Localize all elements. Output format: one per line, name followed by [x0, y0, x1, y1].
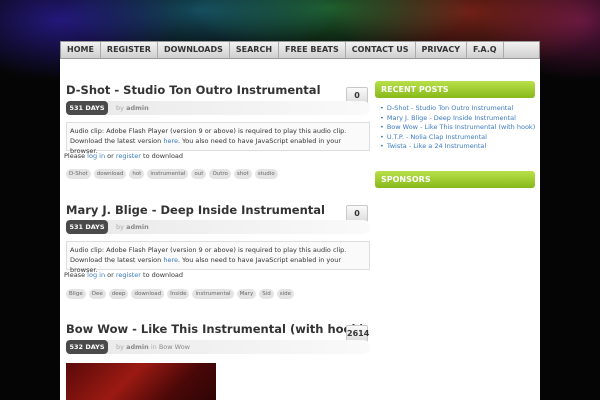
login-line: Please log in or register to download [64, 271, 183, 279]
audio-line1: Audio clip: Adobe Flash Player (version … [70, 246, 347, 254]
recent-post-link[interactable]: Twista - Like a 24 Instrumental [380, 142, 535, 152]
tag[interactable]: side [276, 289, 294, 299]
nav-free-beats[interactable]: FREE BEATS [279, 42, 346, 58]
audio-notice: Audio clip: Adobe Flash Player (version … [66, 241, 370, 274]
recent-post-link[interactable]: U.T.P. - Nolia Clap Instrumental [380, 133, 535, 143]
nav-home[interactable]: HOME [61, 42, 101, 58]
recent-post-link[interactable]: D-Shot - Studio Ton Outro Instrumental [380, 104, 535, 114]
tag[interactable]: instrumental [192, 289, 234, 299]
audio-notice: Audio clip: Adobe Flash Player (version … [66, 122, 370, 155]
post-title[interactable]: D-Shot - Studio Ton Outro Instrumental [66, 83, 321, 97]
category-link[interactable]: Bow Wow [159, 343, 190, 351]
download-player-link[interactable]: here [163, 256, 178, 264]
register-link[interactable]: register [116, 152, 141, 160]
days-badge: 531 DAYS [66, 220, 108, 234]
nav-downloads[interactable]: DOWNLOADS [158, 42, 230, 58]
author-link[interactable]: admin [126, 223, 149, 231]
recent-post-link[interactable]: Bow Wow - Like This Instrumental (with h… [380, 123, 535, 133]
tag[interactable]: download [131, 289, 165, 299]
post-meta: 531 DAYS by admin [66, 220, 370, 234]
audio-line2-prefix: Download the latest version [70, 137, 164, 145]
main-nav: HOME REGISTER DOWNLOADS SEARCH FREE BEAT… [60, 41, 540, 59]
tag[interactable]: download [93, 169, 127, 179]
login-link[interactable]: log in [87, 152, 105, 160]
by-label: by [116, 343, 124, 351]
author-link[interactable]: admin [126, 343, 149, 351]
login-middle: or [105, 271, 116, 279]
login-middle: or [105, 152, 116, 160]
audio-line1: Audio clip: Adobe Flash Player (version … [70, 127, 347, 135]
post-title[interactable]: Bow Wow - Like This Instrumental (with h… [66, 322, 364, 336]
login-link[interactable]: log in [87, 271, 105, 279]
author-link[interactable]: admin [126, 104, 149, 112]
register-link[interactable]: register [116, 271, 141, 279]
days-badge: 531 DAYS [66, 101, 108, 115]
sponsors-title: SPONSORS [375, 171, 535, 188]
login-prefix: Please [64, 152, 88, 160]
tag[interactable]: hot [129, 169, 145, 179]
login-suffix: to download [140, 152, 184, 160]
nav-register[interactable]: REGISTER [101, 42, 158, 58]
by-label: by [116, 104, 124, 112]
tag[interactable]: instrumental [147, 169, 189, 179]
nav-contact-us[interactable]: CONTACT US [346, 42, 416, 58]
nav-faq[interactable]: F.A.Q [467, 42, 504, 58]
days-badge: 532 DAYS [66, 340, 108, 354]
post-cover-image[interactable] [66, 363, 216, 400]
nav-privacy[interactable]: PRIVACY [416, 42, 468, 58]
audio-line2-prefix: Download the latest version [70, 256, 164, 264]
tag[interactable]: shot [233, 169, 252, 179]
recent-posts-title: RECENT POSTS [375, 81, 535, 98]
tag-list: Blige Dee deep download Inside instrumen… [66, 289, 294, 299]
login-prefix: Please [64, 271, 88, 279]
tag[interactable]: D-Shot [66, 169, 91, 179]
tag[interactable]: studio [254, 169, 278, 179]
tag[interactable]: Inside [167, 289, 190, 299]
post-meta: 532 DAYS by admin in Bow Wow [66, 340, 370, 354]
post-title[interactable]: Mary J. Blige - Deep Inside Instrumental [66, 203, 325, 217]
by-label: by [116, 223, 124, 231]
nav-search[interactable]: SEARCH [230, 42, 280, 58]
tag[interactable]: Outro [209, 169, 231, 179]
tag[interactable]: Dee [88, 289, 106, 299]
post-meta: 531 DAYS by admin [66, 101, 370, 115]
content-area: D-Shot - Studio Ton Outro Instrumental 0… [60, 59, 540, 400]
tag[interactable]: Sid [259, 289, 274, 299]
tag[interactable]: Blige [66, 289, 86, 299]
tag[interactable]: deep [108, 289, 129, 299]
in-label: in [150, 343, 157, 351]
download-player-link[interactable]: here [163, 137, 178, 145]
recent-posts-list: D-Shot - Studio Ton Outro Instrumental M… [380, 104, 535, 152]
tag[interactable]: Mary [236, 289, 257, 299]
login-line: Please log in or register to download [64, 152, 183, 160]
recent-post-link[interactable]: Mary J. Blige - Deep Inside Instrumental [380, 114, 535, 124]
tag[interactable]: out [191, 169, 207, 179]
tag-list: D-Shot download hot instrumental out Out… [66, 169, 278, 179]
login-suffix: to download [140, 271, 184, 279]
